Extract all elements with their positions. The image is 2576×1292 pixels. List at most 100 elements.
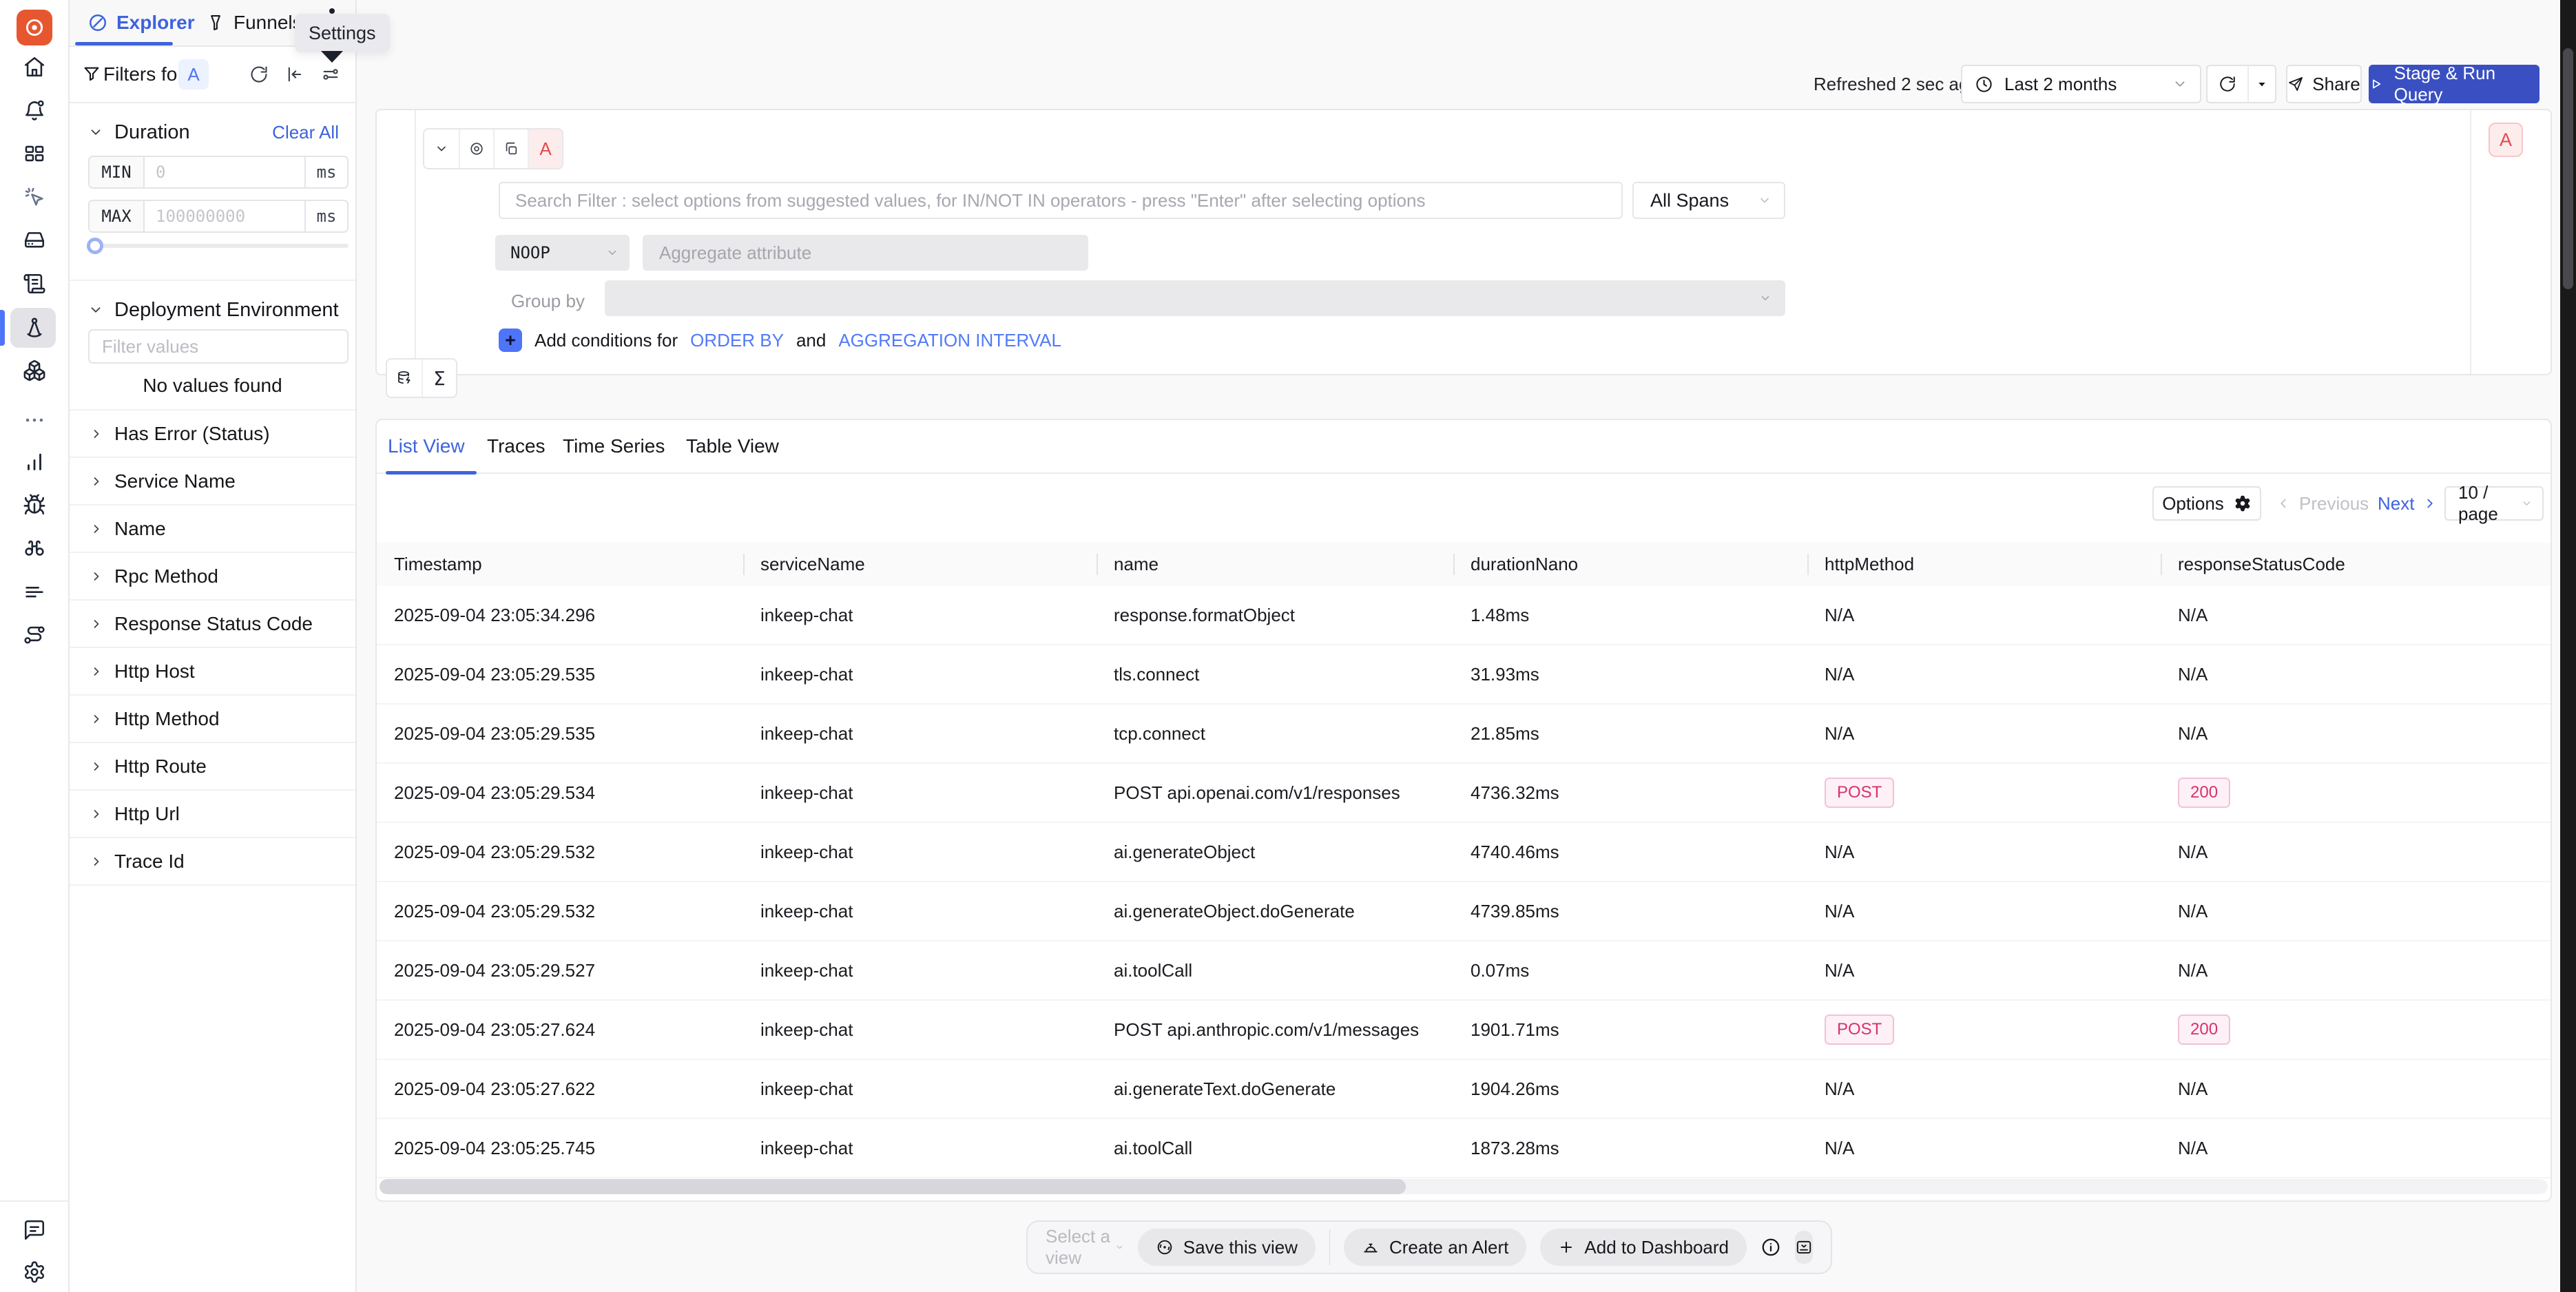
share-button[interactable]: Share	[2286, 65, 2362, 103]
duration-slider[interactable]	[88, 244, 349, 248]
order-by-link[interactable]: ORDER BY	[690, 330, 784, 351]
tab-table-view[interactable]: Table View	[686, 420, 779, 472]
duration-section-header[interactable]: Duration Clear All	[70, 110, 355, 154]
filter-section-service-name[interactable]: Service Name	[70, 458, 355, 506]
group-by-select[interactable]	[605, 280, 1785, 316]
clone-query-button[interactable]	[493, 129, 528, 168]
horizontal-scrollbar-track[interactable]	[380, 1179, 2548, 1194]
column-header[interactable]: responseStatusCode	[2161, 554, 2551, 575]
duration-slider-handle[interactable]	[87, 238, 103, 254]
sidebar-item-integrations[interactable]	[15, 616, 54, 654]
sidebar-item-alerts[interactable]	[15, 91, 54, 129]
table-row[interactable]: 2025-09-04 23:05:34.296inkeep-chatrespon…	[377, 586, 2551, 645]
horizontal-scrollbar-thumb[interactable]	[380, 1179, 1406, 1194]
collapse-query-button[interactable]	[424, 129, 459, 168]
span-scope-select[interactable]: All Spans	[1632, 182, 1785, 219]
create-alert-button[interactable]: Create an Alert	[1344, 1229, 1526, 1266]
query-builder-mode-button[interactable]	[387, 360, 422, 397]
filter-section-name[interactable]: Name	[70, 506, 355, 553]
table-row[interactable]: 2025-09-04 23:05:29.532inkeep-chatai.gen…	[377, 882, 2551, 941]
column-header[interactable]: httpMethod	[1807, 554, 2161, 575]
sidebar-item-metrics[interactable]	[15, 442, 54, 481]
vertical-scrollbar[interactable]	[2560, 0, 2576, 1292]
chevron-down-icon	[2521, 497, 2533, 510]
table-row[interactable]: 2025-09-04 23:05:29.535inkeep-chattls.co…	[377, 645, 2551, 705]
previous-page-button[interactable]: Previous	[2276, 486, 2369, 521]
aggregation-interval-link[interactable]: AGGREGATION INTERVAL	[838, 330, 1061, 351]
sidebar-item-logs[interactable]	[15, 264, 54, 303]
tab-list-view[interactable]: List View	[388, 420, 465, 472]
sidebar-item-service-map[interactable]	[15, 529, 54, 567]
table-row[interactable]: 2025-09-04 23:05:25.745inkeep-chatai.too…	[377, 1119, 2551, 1178]
filter-section-http-url[interactable]: Http Url	[70, 791, 355, 838]
stage-run-query-button[interactable]: Stage & Run Query	[2369, 65, 2539, 103]
filter-section-http-route[interactable]: Http Route	[70, 743, 355, 791]
column-header[interactable]: durationNano	[1453, 554, 1807, 575]
refresh-query-button[interactable]	[2208, 66, 2249, 102]
clear-all-link[interactable]: Clear All	[272, 122, 339, 143]
filter-section-has-error-status[interactable]: Has Error (Status)	[70, 410, 355, 458]
sliders-icon[interactable]	[321, 65, 340, 84]
table-row[interactable]: 2025-09-04 23:05:29.527inkeep-chatai.too…	[377, 941, 2551, 1001]
table-row[interactable]: 2025-09-04 23:05:29.535inkeep-chattcp.co…	[377, 705, 2551, 764]
sidebar-item-settings[interactable]	[15, 1253, 54, 1291]
next-page-button[interactable]: Next	[2378, 486, 2438, 521]
keyboard-shortcuts-button[interactable]	[1795, 1231, 1813, 1264]
toggle-query-visibility-button[interactable]	[459, 129, 493, 168]
sidebar-item-dashboards[interactable]	[15, 134, 54, 173]
filter-section-response-status-code[interactable]: Response Status Code	[70, 601, 355, 648]
time-range-select[interactable]: Last 2 months	[1961, 65, 2201, 103]
refresh-caret-button[interactable]	[2249, 66, 2275, 102]
filter-section-http-method[interactable]: Http Method	[70, 696, 355, 743]
page-size-select[interactable]: 10 / page	[2444, 486, 2544, 521]
add-to-dashboard-button[interactable]: Add to Dashboard	[1540, 1229, 1747, 1266]
sidebar-item-more[interactable]	[15, 401, 54, 439]
save-view-button[interactable]: Save this view	[1138, 1229, 1316, 1266]
table-row[interactable]: 2025-09-04 23:05:27.624inkeep-chatPOST a…	[377, 1001, 2551, 1060]
cell-httpMethod: N/A	[1807, 664, 2161, 685]
column-header[interactable]: Timestamp	[377, 554, 743, 575]
duration-min-input[interactable]	[145, 157, 304, 187]
options-button[interactable]: Options	[2152, 486, 2261, 521]
table-row[interactable]: 2025-09-04 23:05:29.534inkeep-chatPOST a…	[377, 764, 2551, 823]
tab-traces[interactable]: Traces	[487, 420, 546, 472]
filter-section-rpc-method[interactable]: Rpc Method	[70, 553, 355, 601]
tab-funnels[interactable]: Funnels	[206, 0, 302, 45]
sidebar-item-alert-rules[interactable]	[15, 572, 54, 611]
deployment-filter-input[interactable]	[88, 329, 349, 364]
sidebar-item-support-chat[interactable]	[15, 1211, 54, 1249]
aggregate-attribute-field[interactable]: Aggregate attribute	[643, 235, 1088, 271]
add-condition-button[interactable]: +	[499, 329, 522, 352]
cell-httpMethod: N/A	[1807, 842, 2161, 863]
sidebar-item-home[interactable]	[15, 48, 54, 86]
info-button[interactable]	[1760, 1237, 1781, 1258]
column-header[interactable]: name	[1097, 554, 1453, 575]
sidebar-item-services[interactable]	[15, 178, 54, 216]
duration-max-input[interactable]	[145, 201, 304, 231]
select-view-dropdown[interactable]: Select a view	[1046, 1226, 1124, 1269]
aggregate-operator-select[interactable]: NOOP	[495, 235, 630, 271]
tab-explorer[interactable]: Explorer	[87, 0, 195, 45]
signoz-logo[interactable]	[17, 10, 52, 45]
httpMethod-badge: POST	[1825, 778, 1894, 808]
vertical-scrollbar-thumb[interactable]	[2563, 48, 2573, 289]
tab-time-series[interactable]: Time Series	[563, 420, 665, 472]
query-label-cell[interactable]: A	[528, 129, 562, 168]
filter-section-trace-id[interactable]: Trace Id	[70, 838, 355, 886]
refresh-icon[interactable]	[249, 65, 269, 84]
filters-query-badge[interactable]: A	[178, 59, 209, 90]
deployment-section-header[interactable]: Deployment Environment	[70, 288, 355, 332]
query-name-badge[interactable]: A	[2489, 123, 2523, 157]
filter-section-http-host[interactable]: Http Host	[70, 648, 355, 696]
formula-mode-button[interactable]: Σ	[422, 360, 456, 397]
collapse-panel-icon[interactable]	[285, 65, 304, 84]
sidebar-item-messaging-queues[interactable]	[15, 351, 54, 390]
table-row[interactable]: 2025-09-04 23:05:29.532inkeep-chatai.gen…	[377, 823, 2551, 882]
sidebar-item-traces[interactable]	[15, 308, 54, 346]
chevron-down-icon	[1115, 1240, 1124, 1254]
sidebar-item-exceptions[interactable]	[15, 486, 54, 524]
table-row[interactable]: 2025-09-04 23:05:27.622inkeep-chatai.gen…	[377, 1060, 2551, 1119]
search-filter-input[interactable]	[499, 182, 1623, 219]
column-header[interactable]: serviceName	[743, 554, 1097, 575]
sidebar-item-infrastructure[interactable]	[15, 221, 54, 260]
